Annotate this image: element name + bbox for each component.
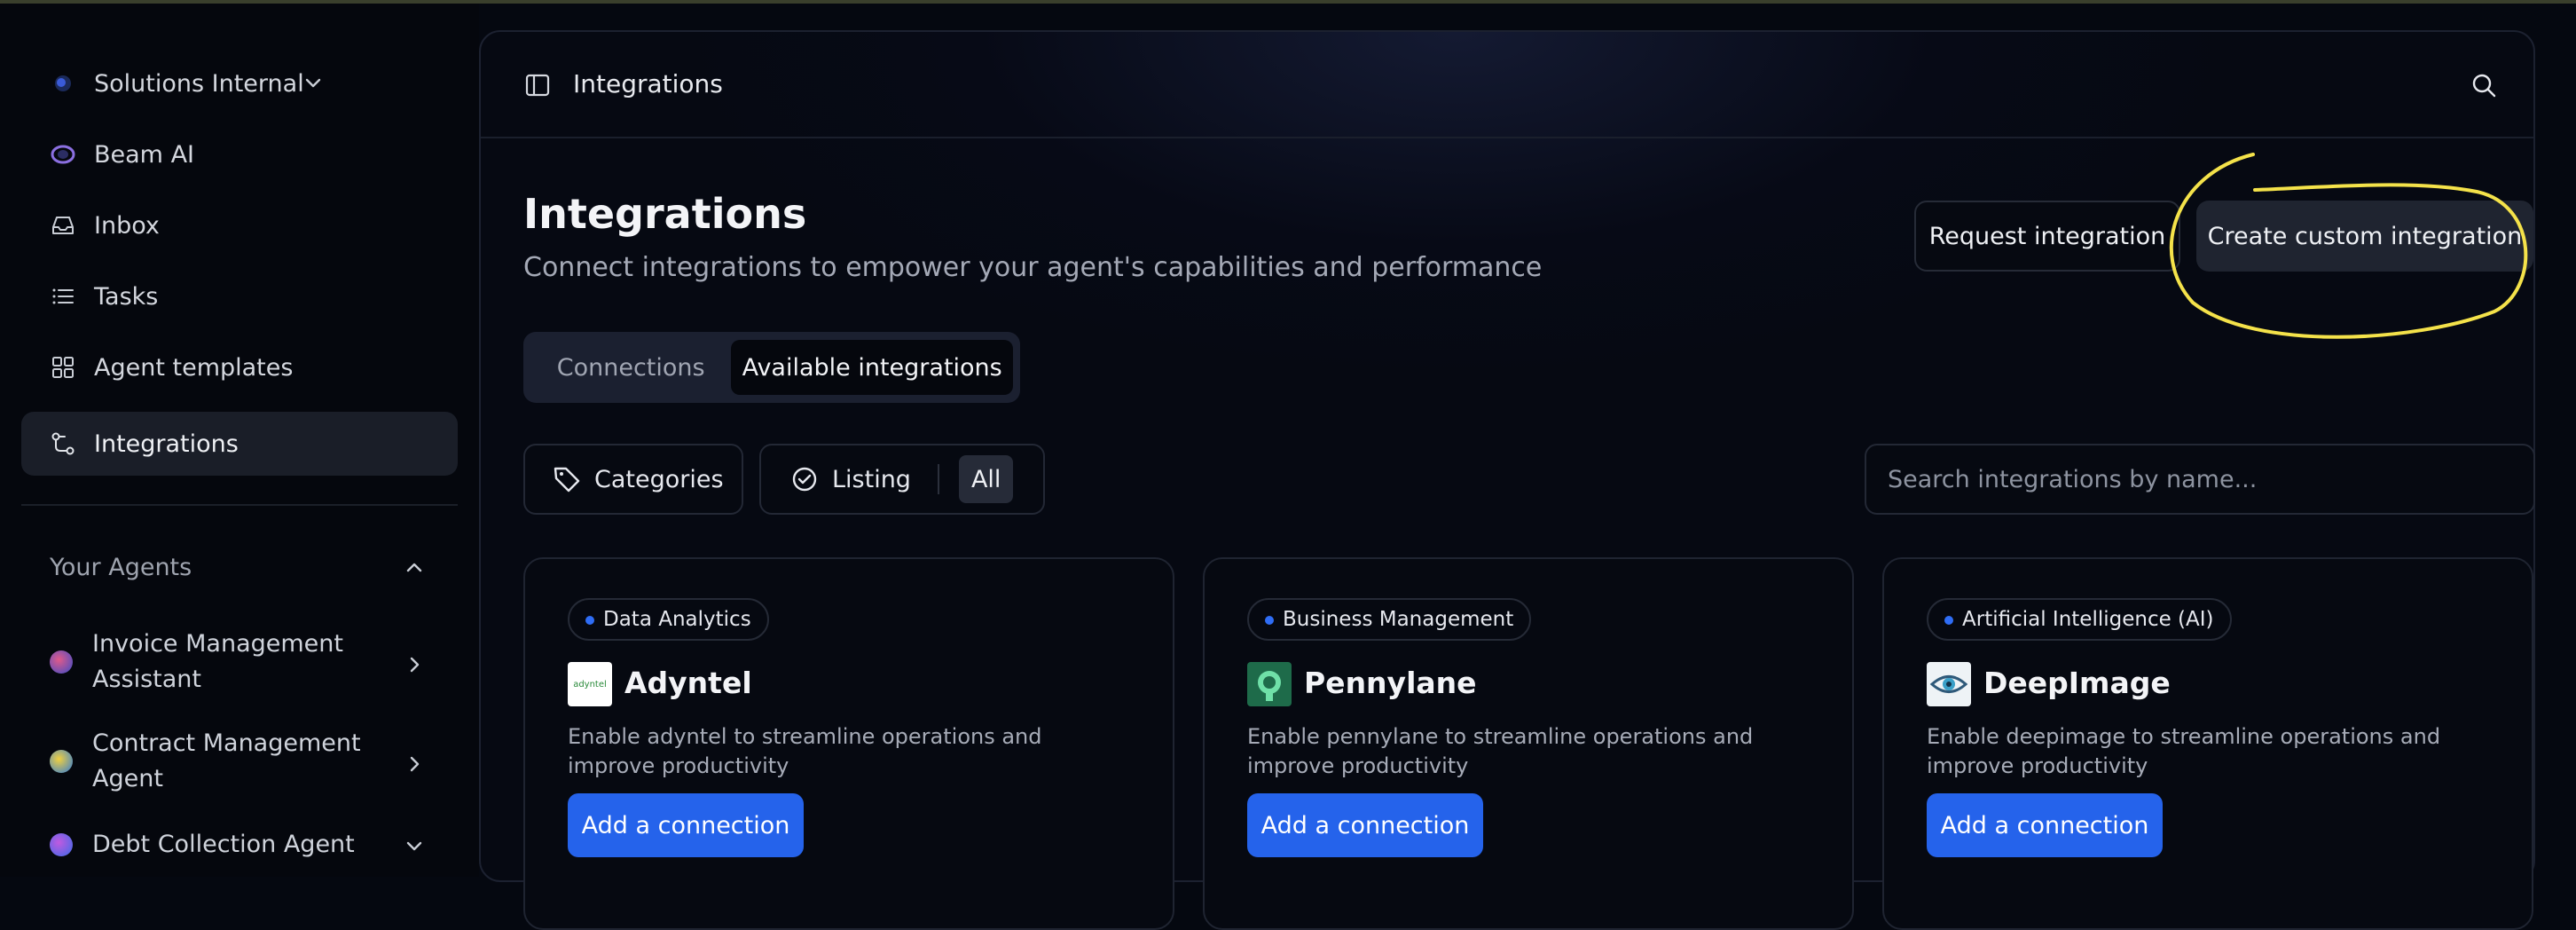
- deepimage-logo-icon: [1927, 662, 1971, 706]
- agents-section-title: Your Agents: [50, 554, 192, 581]
- add-connection-button[interactable]: Add a connection: [1927, 793, 2163, 857]
- integration-card-deepimage: Artificial Intelligence (AI) DeepImage E…: [1882, 557, 2533, 930]
- create-custom-integration-button[interactable]: Create custom integration: [2196, 201, 2533, 272]
- listing-value-pill[interactable]: All: [958, 455, 1014, 503]
- agent-item-invoice[interactable]: Invoice Management Assistant: [50, 627, 440, 698]
- chevron-right-icon[interactable]: [403, 651, 426, 674]
- search-input[interactable]: [1865, 444, 2535, 515]
- integration-description: Enable adyntel to streamline operations …: [568, 724, 1042, 778]
- category-badge: Data Analytics: [568, 598, 769, 641]
- workspace-switcher[interactable]: Solutions Internal: [21, 51, 458, 115]
- listing-label: Listing: [832, 465, 911, 493]
- integration-card-pennylane: Business Management Pennylane Enable pen…: [1203, 557, 1854, 930]
- integrations-icon: [50, 430, 76, 457]
- sidebar-item-beam-ai[interactable]: Beam AI: [21, 122, 458, 186]
- sidebar: Solutions Internal Beam AI Inbox Tasks A…: [0, 4, 479, 877]
- sidebar-toggle-icon[interactable]: [523, 71, 552, 99]
- integration-description: Enable deepimage to streamline operation…: [1927, 724, 2441, 778]
- search-icon[interactable]: [2470, 71, 2498, 99]
- chevron-down-icon[interactable]: [302, 72, 325, 95]
- beam-logo-icon: [50, 141, 76, 168]
- chevron-up-icon[interactable]: [403, 556, 426, 579]
- listing-divider: [937, 464, 939, 494]
- workspace-logo-icon: [50, 70, 76, 97]
- sidebar-item-agent-templates[interactable]: Agent templates: [21, 335, 458, 399]
- sidebar-item-integrations[interactable]: Integrations: [21, 412, 458, 476]
- topbar-title: Integrations: [573, 69, 723, 99]
- agent-label: Contract Management Agent: [92, 729, 361, 792]
- tab-available-integrations[interactable]: Available integrations: [731, 340, 1013, 395]
- sidebar-item-label: Beam AI: [94, 140, 194, 169]
- list-icon: [50, 283, 76, 310]
- agent-label: Invoice Management Assistant: [92, 630, 343, 693]
- agent-item-debt-collection[interactable]: Debt Collection Agent: [50, 827, 440, 863]
- top-bar: Integrations: [481, 32, 2533, 138]
- agent-avatar: [50, 650, 73, 674]
- check-circle-icon: [789, 464, 820, 494]
- category-badge: Artificial Intelligence (AI): [1927, 598, 2232, 641]
- integration-name: DeepImage: [1983, 666, 2171, 700]
- view-tabs: Connections Available integrations: [523, 332, 1020, 403]
- sidebar-item-label: Integrations: [94, 430, 239, 458]
- integration-description: Enable pennylane to streamline operation…: [1247, 724, 1754, 778]
- add-connection-button[interactable]: Add a connection: [568, 793, 804, 857]
- main-panel: Integrations Integrations Connect integr…: [479, 30, 2535, 930]
- add-connection-button[interactable]: Add a connection: [1247, 793, 1483, 857]
- agent-avatar: [50, 833, 73, 856]
- integration-name: Pennylane: [1304, 666, 1477, 700]
- agent-avatar: [50, 750, 73, 773]
- agent-label: Debt Collection Agent: [92, 831, 355, 858]
- pennylane-logo-icon: [1247, 662, 1292, 706]
- tab-connections[interactable]: Connections: [530, 340, 731, 395]
- sidebar-item-label: Tasks: [94, 282, 159, 311]
- adyntel-logo-icon: adyntel: [568, 662, 612, 706]
- chevron-down-icon[interactable]: [403, 833, 426, 856]
- sidebar-divider: [21, 504, 458, 506]
- sidebar-item-label: Inbox: [94, 211, 160, 240]
- sidebar-item-inbox[interactable]: Inbox: [21, 193, 458, 257]
- integration-name: Adyntel: [624, 666, 752, 700]
- page-subtitle: Connect integrations to empower your age…: [523, 252, 1543, 283]
- agent-item-contract[interactable]: Contract Management Agent: [50, 726, 440, 797]
- request-integration-button[interactable]: Request integration: [1914, 201, 2180, 272]
- page-title: Integrations: [523, 190, 807, 238]
- inbox-icon: [50, 212, 76, 239]
- sidebar-item-label: Agent templates: [94, 353, 294, 382]
- tag-icon: [552, 464, 582, 494]
- workspace-name: Solutions Internal: [94, 69, 304, 98]
- categories-filter-button[interactable]: Categories: [523, 444, 743, 515]
- listing-filter[interactable]: Listing All: [759, 444, 1045, 515]
- grid-icon: [50, 354, 76, 381]
- chevron-right-icon[interactable]: [403, 751, 426, 774]
- category-badge: Business Management: [1247, 598, 1532, 641]
- integration-card-adyntel: Data Analytics adyntel Adyntel Enable ad…: [523, 557, 1174, 930]
- categories-label: Categories: [594, 465, 724, 493]
- sidebar-item-tasks[interactable]: Tasks: [21, 264, 458, 328]
